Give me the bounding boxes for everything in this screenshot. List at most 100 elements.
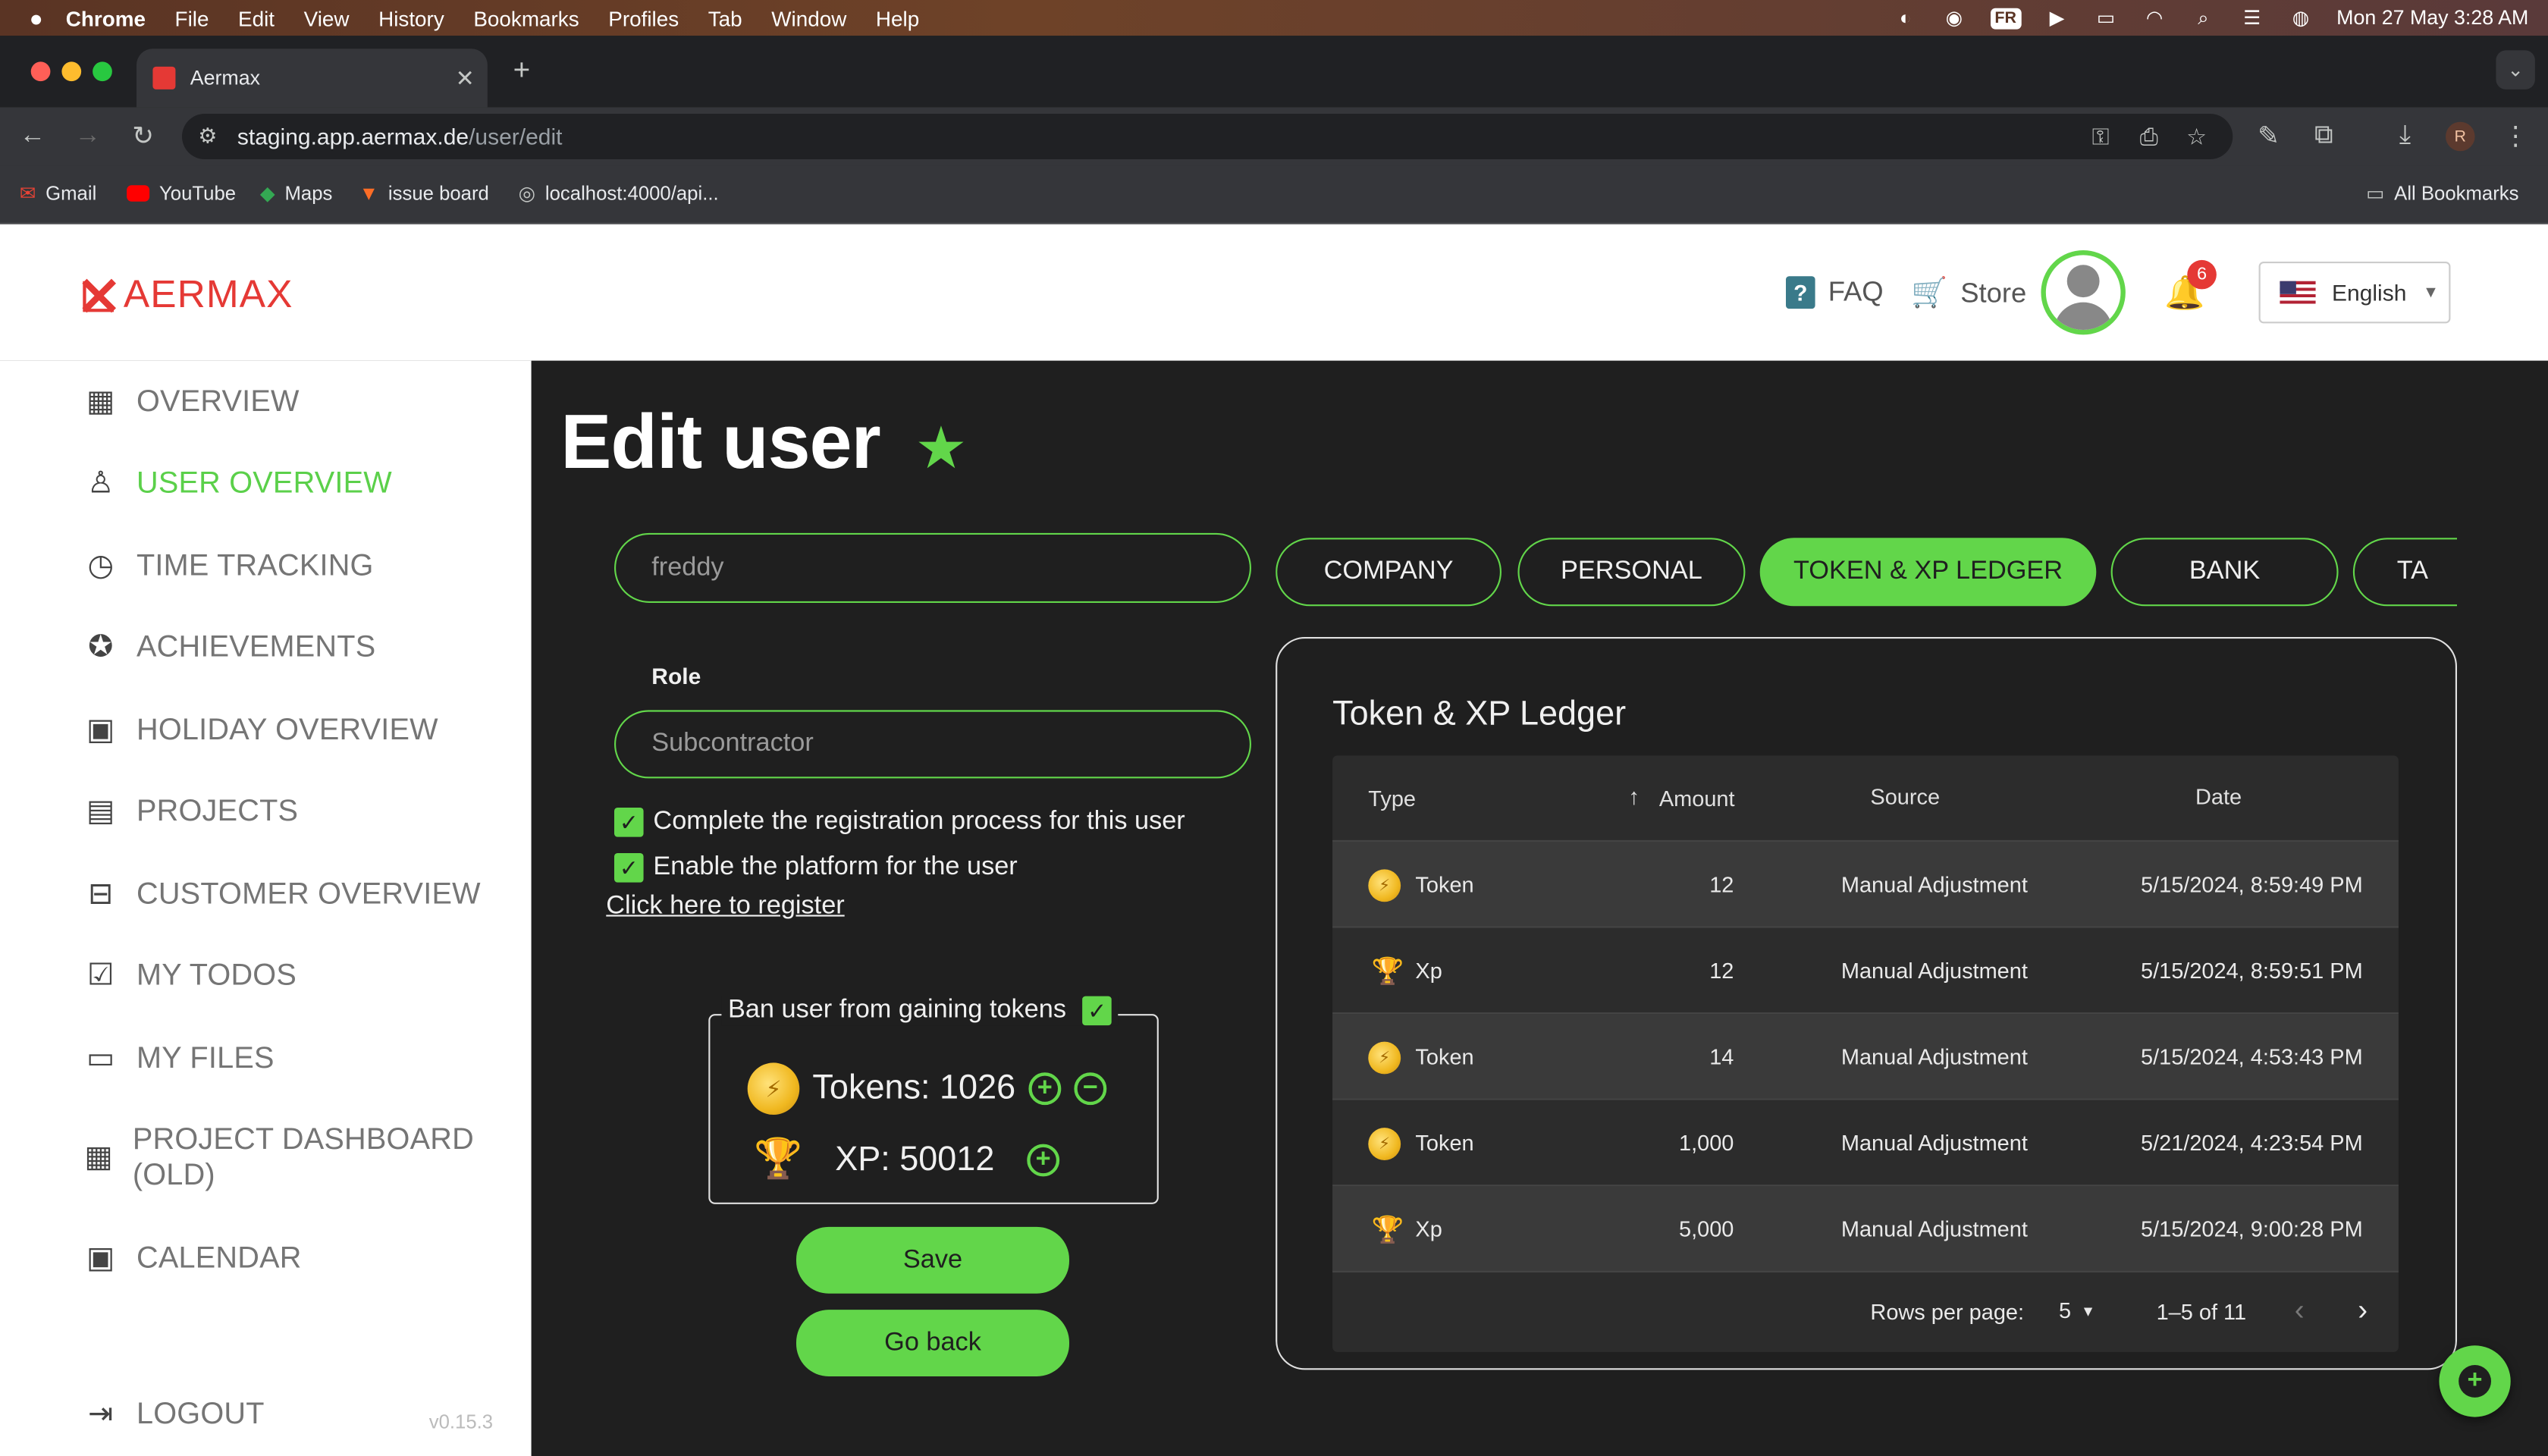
column-source[interactable]: Source [1870, 785, 1940, 809]
faq-link[interactable]: ? FAQ [1786, 276, 1884, 309]
row-date: 5/15/2024, 4:53:43 PM [2140, 1044, 2363, 1069]
sidebar-item-customer-overview[interactable]: ⊟ CUSTOMER OVERVIEW [84, 876, 480, 912]
favorite-star-icon[interactable]: ★ [915, 414, 967, 482]
menu-file[interactable]: File [175, 6, 209, 30]
tab-token-xp-ledger[interactable]: TOKEN & XP LEDGER [1759, 538, 2097, 607]
menu-tab[interactable]: Tab [708, 6, 742, 30]
address-bar[interactable]: ⚙ staging.app.aermax.de/user/edit ⚿ ⎙ ☆ [182, 114, 2233, 159]
tab-personal[interactable]: PERSONAL [1517, 538, 1746, 607]
tab-ta[interactable]: TA [2352, 538, 2457, 607]
platform-checkbox[interactable]: ✓ [614, 853, 644, 883]
language-select[interactable]: English ▼ [2258, 262, 2451, 324]
registration-checkbox[interactable]: ✓ [614, 808, 644, 837]
tab-close-icon[interactable]: ✕ [456, 64, 475, 92]
platform-checkbox-row[interactable]: ✓ Enable the platform for the user [614, 853, 1018, 883]
rows-per-page-select[interactable]: 5 ▼ [2059, 1298, 2095, 1323]
store-link[interactable]: 🛒 Store [1911, 276, 2026, 310]
register-link[interactable]: Click here to register [606, 892, 844, 921]
wifi-icon[interactable]: ◠ [2142, 7, 2167, 30]
sidebar-item-projects[interactable]: ▤ PROJECTS [84, 793, 298, 829]
bookmark-star-icon[interactable]: ☆ [2186, 123, 2207, 150]
logout-button[interactable]: ⇥ LOGOUT [84, 1396, 264, 1432]
forward-icon[interactable]: → [68, 117, 107, 155]
sidebar-item-my-todos[interactable]: ☑ MY TODOS [84, 957, 297, 993]
sidebar-item-user-overview[interactable]: ♙ USER OVERVIEW [84, 464, 392, 500]
new-tab-icon[interactable]: + [502, 50, 541, 89]
ban-tokens-row[interactable]: Ban user from gaining tokens ✓ [721, 996, 1119, 1026]
window-minimize-button[interactable] [61, 61, 82, 82]
siri-icon[interactable]: ◍ [2288, 7, 2314, 30]
menu-bookmarks[interactable]: Bookmarks [473, 6, 579, 30]
app-version: v0.15.3 [428, 1410, 494, 1433]
install-app-icon[interactable]: ⎙ [2140, 123, 2158, 150]
bookmark-issue-board[interactable]: ▼ issue board [359, 166, 489, 220]
play-icon[interactable]: ▶ [2044, 7, 2069, 30]
sidebar-item-project-dashboard-old[interactable]: ▦ PROJECT DASHBOARD (OLD) [84, 1122, 491, 1193]
menu-history[interactable]: History [378, 6, 444, 30]
password-key-icon[interactable]: ⚿ [2092, 123, 2110, 150]
trophy-icon: 🏆 [754, 1138, 803, 1181]
add-tokens-button[interactable]: + [1028, 1072, 1062, 1106]
back-icon[interactable]: ← [13, 117, 52, 155]
all-bookmarks[interactable]: ▭ All Bookmarks [2366, 166, 2518, 220]
chrome-menu-icon[interactable]: ⋮ [2496, 117, 2534, 155]
menu-view[interactable]: View [304, 6, 350, 30]
menu-help[interactable]: Help [876, 6, 919, 30]
input-source-indicator[interactable]: FR [1989, 7, 2022, 29]
xp-count: XP: 50012 [835, 1140, 995, 1178]
sidebar-item-my-files[interactable]: ▭ MY FILES [84, 1040, 274, 1075]
registration-checkbox-row[interactable]: ✓ Complete the registration process for … [614, 808, 1185, 837]
prev-page-button[interactable]: ‹ [2295, 1294, 2305, 1328]
remove-tokens-button[interactable]: − [1074, 1072, 1107, 1106]
menu-window[interactable]: Window [771, 6, 846, 30]
extension-dropper-icon[interactable]: ✎ [2249, 117, 2288, 155]
window-zoom-button[interactable] [93, 61, 112, 82]
floating-add-button[interactable]: + [2439, 1345, 2511, 1417]
reload-icon[interactable]: ↻ [124, 117, 162, 155]
column-type[interactable]: Type [1368, 786, 1416, 811]
aermax-logo[interactable]: AERMAX [81, 273, 293, 318]
bookmark-youtube[interactable]: YouTube [127, 166, 236, 220]
window-close-button[interactable] [30, 61, 51, 82]
user-avatar[interactable] [2041, 250, 2126, 335]
sidebar-item-label: PROJECTS [136, 792, 299, 827]
column-date[interactable]: Date [2195, 785, 2242, 809]
tab-bank[interactable]: BANK [2110, 538, 2339, 607]
profile-avatar[interactable]: R [2441, 117, 2480, 155]
tab-search-icon[interactable]: ⌄ [2496, 50, 2535, 89]
site-info-icon[interactable]: ⚙ [198, 124, 217, 149]
next-page-button[interactable]: › [2358, 1294, 2368, 1328]
search-icon[interactable]: ⌕ [2190, 6, 2216, 30]
downloads-icon[interactable]: ⤓ [2386, 117, 2424, 155]
bookmark-maps[interactable]: ◆ Maps [260, 166, 333, 220]
control-center-icon[interactable]: ☰ [2239, 7, 2265, 30]
menu-edit[interactable]: Edit [238, 6, 275, 30]
save-button[interactable]: Save [796, 1226, 1069, 1294]
sidebar-item-holiday-overview[interactable]: ▣ HOLIDAY OVERVIEW [84, 712, 438, 748]
role-field[interactable]: Subcontractor [614, 710, 1251, 779]
tray-app-icon[interactable]: ◐ [1892, 7, 1918, 30]
battery-icon[interactable]: ▭ [2093, 7, 2119, 30]
menubar-clock[interactable]: Mon 27 May 3:28 AM [2336, 7, 2528, 30]
add-xp-button[interactable]: + [1027, 1143, 1060, 1176]
sidebar-item-calendar[interactable]: ▣ CALENDAR [84, 1240, 301, 1276]
username-field[interactable]: freddy [614, 532, 1251, 603]
tab-company[interactable]: COMPANY [1276, 538, 1502, 607]
browser-tab[interactable]: Aermax ✕ [136, 49, 488, 108]
sidebar-item-time-tracking[interactable]: ◷ TIME TRACKING [84, 548, 373, 583]
ban-tokens-checkbox[interactable]: ✓ [1082, 996, 1112, 1026]
menu-app[interactable]: Chrome [66, 6, 146, 30]
sidebar-item-overview[interactable]: ▦ OVERVIEW [84, 384, 299, 419]
apple-icon[interactable]: ● [30, 5, 43, 30]
sort-arrow-up-icon[interactable]: ↑ [1628, 783, 1640, 809]
menu-profiles[interactable]: Profiles [608, 6, 679, 30]
extensions-puzzle-icon[interactable]: ⧉ [2305, 117, 2343, 155]
bookmark-gmail[interactable]: ✉ Gmail [20, 166, 97, 220]
column-amount[interactable]: Amount [1659, 786, 1735, 811]
bookmark-localhost[interactable]: ◎ localhost:4000/api... [519, 166, 719, 220]
tray-chat-icon[interactable]: ◉ [1941, 7, 1967, 30]
sidebar-item-achievements[interactable]: ✪ ACHIEVEMENTS [84, 629, 375, 664]
sidebar-item-label: USER OVERVIEW [136, 464, 392, 499]
go-back-button[interactable]: Go back [796, 1310, 1069, 1376]
notifications-button[interactable]: 🔔 6 [2164, 259, 2217, 315]
